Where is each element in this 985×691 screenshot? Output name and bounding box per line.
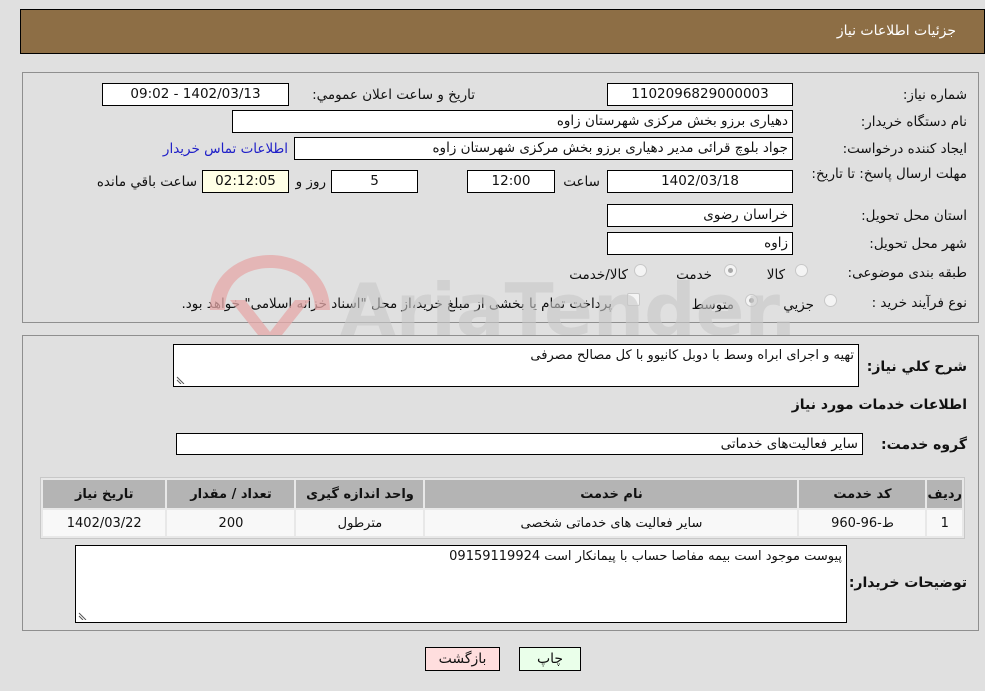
back-button[interactable]: بازگشت <box>425 647 500 671</box>
category-option-goods-service: کالا/خدمت <box>569 267 628 283</box>
cell-service-name: سایر فعالیت های خدماتی شخصی <box>425 510 798 536</box>
category-radio-goods[interactable] <box>795 264 808 277</box>
resize-grip-icon[interactable] <box>176 375 185 384</box>
creator-field[interactable]: جواد بلوچ قرائی مدیر دهیاری برزو بخش مرک… <box>294 137 793 160</box>
buyer-notes-text: پیوست موجود است بیمه مفاصا حساب با پیمان… <box>449 549 842 564</box>
remaining-time-field[interactable]: 02:12:05 <box>202 170 289 193</box>
deadline-time-label: ساعت <box>563 174 600 190</box>
cell-service-code: ط-96-960 <box>799 510 926 536</box>
process-type-label: نوع فرآیند خرید : <box>871 295 967 311</box>
resize-grip-icon[interactable] <box>78 611 87 620</box>
col-header-unit: واحد اندازه گیری <box>296 480 424 508</box>
summary-label: شرح کلي نياز: <box>866 359 967 375</box>
deadline-time-field[interactable]: 12:00 <box>467 170 555 193</box>
buyer-notes-textarea[interactable]: پیوست موجود است بیمه مفاصا حساب با پیمان… <box>75 545 847 623</box>
payment-note: پرداخت تمام یا بخشی از مبلغ خرید،از محل … <box>181 296 612 312</box>
print-button[interactable]: چاپ <box>519 647 581 671</box>
summary-textarea[interactable]: تهیه و اجرای ابراه وسط با دوبل کانیوو با… <box>173 344 859 387</box>
deadline-label: مهلت ارسال پاسخ: تا تاریخ: <box>811 166 967 182</box>
buyer-org-label: نام دستگاه خریدار: <box>860 114 967 130</box>
remaining-time-label: ساعت باقي مانده <box>96 174 197 190</box>
cell-need-date: 1402/03/22 <box>43 510 166 536</box>
service-group-field[interactable]: سایر فعالیت‌های خدماتی <box>176 433 863 455</box>
process-option-minor: جزيي <box>783 297 814 313</box>
services-section-title: اطلاعات خدمات مورد نیاز <box>791 397 967 413</box>
announce-date-field[interactable]: 1402/03/13 - 09:02 <box>102 83 289 106</box>
buyer-notes-label: توضیحات خریدار: <box>848 575 967 591</box>
province-label: استان محل تحویل: <box>861 208 967 224</box>
cell-unit: مترطول <box>296 510 424 536</box>
days-remaining-field[interactable]: 5 <box>331 170 418 193</box>
category-option-goods: کالا <box>766 267 785 283</box>
col-header-quantity: تعداد / مقدار <box>167 480 295 508</box>
creator-label: ایجاد کننده درخواست: <box>842 141 967 157</box>
services-table: ردیف کد خدمت نام خدمت واحد اندازه گیری ت… <box>40 477 965 539</box>
process-option-medium: متوسط <box>691 297 734 313</box>
category-radio-goods-service[interactable] <box>634 264 647 277</box>
buyer-org-field[interactable]: دهیاری برزو بخش مرکزی شهرستان زاوه <box>232 110 793 133</box>
buyer-contact-link[interactable]: اطلاعات تماس خریدار <box>163 141 288 157</box>
cell-quantity: 200 <box>167 510 295 536</box>
city-field[interactable]: زاوه <box>607 232 793 255</box>
process-radio-minor[interactable] <box>824 294 837 307</box>
page-header: جزئیات اطلاعات نیاز <box>20 9 985 54</box>
table-row: 1 ط-96-960 سایر فعالیت های خدماتی شخصی م… <box>43 510 962 536</box>
category-option-service: خدمت <box>676 267 712 283</box>
col-header-service-code: کد خدمت <box>799 480 926 508</box>
category-label: طبقه بندی موضوعی: <box>847 265 967 281</box>
page-title: جزئیات اطلاعات نیاز <box>836 23 956 39</box>
need-number-label: شماره نیاز: <box>902 87 967 103</box>
col-header-row-number: ردیف <box>927 480 962 508</box>
service-group-label: گروه خدمت: <box>881 437 967 453</box>
need-number-field[interactable]: 1102096829000003 <box>607 83 793 106</box>
col-header-service-name: نام خدمت <box>425 480 798 508</box>
process-radio-medium[interactable] <box>745 294 758 307</box>
treasury-payment-checkbox[interactable] <box>627 293 640 306</box>
col-header-need-date: تاریخ نیاز <box>43 480 166 508</box>
cell-row-number: 1 <box>927 510 962 536</box>
category-radio-service[interactable] <box>724 264 737 277</box>
city-label: شهر محل تحویل: <box>869 236 967 252</box>
days-label: روز و <box>295 174 326 190</box>
announce-date-label: تاریخ و ساعت اعلان عمومي: <box>312 87 475 103</box>
province-field[interactable]: خراسان رضوی <box>607 204 793 227</box>
table-header-row: ردیف کد خدمت نام خدمت واحد اندازه گیری ت… <box>43 480 962 508</box>
summary-text: تهیه و اجرای ابراه وسط با دوبل کانیوو با… <box>530 348 854 363</box>
deadline-date-field[interactable]: 1402/03/18 <box>607 170 793 193</box>
